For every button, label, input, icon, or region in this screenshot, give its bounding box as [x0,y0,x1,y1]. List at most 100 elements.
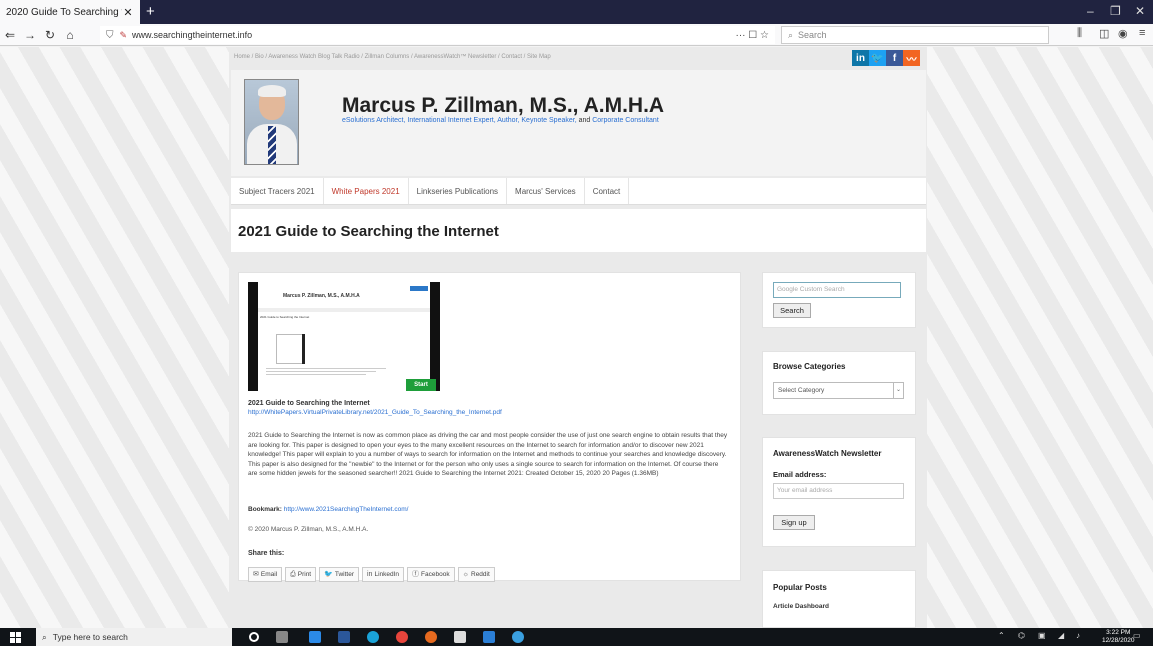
share-reddit-button[interactable]: ☼ Reddit [457,567,495,582]
page-title-box: 2021 Guide to Searching the Internet [231,209,926,252]
volume-icon[interactable]: ♪ [1076,631,1080,640]
search-button[interactable]: Search [773,303,811,318]
facebook-icon[interactable]: f [886,50,903,66]
site-tagline: eSolutions Architect, International Inte… [342,117,659,124]
chevron-down-icon: ⌄ [893,383,903,398]
tab-title: 2020 Guide To Searching the Intern [6,6,122,18]
share-facebook-button[interactable]: ⓕ Facebook [407,567,455,582]
share-twitter-button[interactable]: 🐦 Twitter [319,567,359,582]
share-print-button[interactable]: ⎙ Print [285,567,317,582]
forward-arrow-icon[interactable]: → [20,28,40,42]
signup-button[interactable]: Sign up [773,515,815,530]
file-explorer-icon[interactable] [309,631,321,643]
tab-close-icon[interactable]: ✕ [122,6,134,19]
clock-date: 12/28/2020 [1102,637,1135,644]
window-close-button[interactable]: ✕ [1135,4,1145,18]
page-actions-icon[interactable]: ··· ☐ ☆ [736,30,769,41]
browser-nav-bar: ⇐ → ↻ ⌂ ⛉ ✎ www.searchingtheinternet.inf… [0,24,1153,46]
address-bar[interactable]: ⛉ ✎ www.searchingtheinternet.info ··· ☐ … [100,26,775,44]
meet-icon[interactable]: ▣ [1038,631,1046,640]
popular-posts-widget [762,570,916,628]
menu-item-linkseries[interactable]: Linkseries Publications [409,178,508,204]
reddit-icon: ☼ [462,571,469,578]
bookmark-label: Bookmark: [248,506,282,513]
popular-posts-title: Popular Posts [773,583,827,592]
email-field[interactable]: Your email address [773,483,904,499]
popular-post-item[interactable]: Article Dashboard [773,603,829,610]
post-thumbnail[interactable]: Marcus P. Zillman, M.S., A.M.H.A 2021 Gu… [248,282,440,391]
bookmark-line: Bookmark: http://www.2021SearchingTheInt… [248,506,408,513]
linkedin-icon: in [367,571,373,578]
insecure-lock-icon[interactable]: ✎ [120,30,128,41]
twitter-icon[interactable]: 🐦 [869,50,886,66]
main-menu: Subject Tracers 2021 White Papers 2021 L… [231,178,926,205]
clock[interactable]: 3:22 PM 12/28/2020 [1102,629,1135,645]
newsletter-title: AwarenessWatch Newsletter [773,449,882,458]
menu-item-subject-tracers[interactable]: Subject Tracers 2021 [231,178,324,204]
store-icon[interactable] [454,631,466,643]
email-label: Email address: [773,470,827,479]
reload-icon[interactable]: ↻ [40,28,60,42]
menu-item-white-papers[interactable]: White Papers 2021 [324,178,409,204]
browser-tab[interactable]: 2020 Guide To Searching the Intern ✕ [0,0,140,24]
new-tab-button[interactable]: + [146,3,155,20]
social-icons: in 🐦 f 〰 [852,50,920,66]
edge-icon[interactable] [367,631,379,643]
bookmark-link[interactable]: http://www.2021SearchingTheInternet.com/ [284,506,409,513]
search-icon: ⌕ [788,29,794,40]
rss-icon[interactable]: 〰 [903,50,920,66]
tagline-and: and [576,117,593,124]
back-arrow-icon[interactable]: ⇐ [0,28,20,42]
tagline-roles: eSolutions Architect, International Inte… [342,117,577,124]
share-email-button[interactable]: ✉ Email [248,567,283,582]
menu-icon[interactable]: ≡ [1139,27,1145,39]
share-buttons: ✉ Email ⎙ Print 🐦 Twitter in LinkedIn ⓕ Faceb… [248,567,495,582]
network-icon[interactable]: ⌬ [1018,631,1025,640]
taskbar-search[interactable]: ⌕ Type here to search [36,628,232,646]
firefox-icon[interactable] [425,631,437,643]
url-text: www.searchingtheinternet.info [132,30,253,40]
library-icon[interactable]: ⫼ [1077,27,1082,40]
mail-icon[interactable] [483,631,495,643]
post-body: 2021 Guide to Searching the Internet is … [248,432,728,477]
windows-taskbar: ⌕ Type here to search ⌃ ⌬ ▣ ◢ ♪ 3:22 PM 1… [0,628,1153,646]
browser-tab-bar: 2020 Guide To Searching the Intern ✕ + –… [0,0,1153,24]
account-icon[interactable]: ◉ [1118,27,1128,40]
google-search-input[interactable]: Google Custom Search [773,282,901,298]
tagline-consultant: Corporate Consultant [592,117,659,124]
post-title: 2021 Guide to Searching the Internet [248,400,370,407]
share-label: Share this: [248,550,285,557]
tray-chevron-icon[interactable]: ⌃ [998,631,1005,640]
thumb-start-button: Start [406,379,436,391]
site-name[interactable]: Marcus P. Zillman, M.S., A.M.H.A [342,94,664,118]
task-view-icon[interactable] [276,631,288,643]
browser-icon[interactable] [512,631,524,643]
sidebar-icon[interactable]: ◫ [1099,27,1109,40]
print-icon: ⎙ [290,571,296,578]
shield-icon[interactable]: ⛉ [106,30,114,41]
word-icon[interactable] [338,631,350,643]
categories-title: Browse Categories [773,362,846,371]
thumb-site-name: Marcus P. Zillman, M.S., A.M.H.A [283,293,360,299]
browser-search-input[interactable]: ⌕ Search [781,26,1049,44]
search-placeholder: Search [798,30,827,40]
notifications-icon[interactable]: ▭ [1133,631,1141,640]
minimize-button[interactable]: – [1087,4,1094,18]
post-pdf-link[interactable]: http://WhitePapers.VirtualPrivateLibrary… [248,409,502,416]
share-linkedin-button[interactable]: in LinkedIn [362,567,405,582]
home-icon[interactable]: ⌂ [60,28,80,42]
copyright: © 2020 Marcus P. Zillman, M.S., A.M.H.A. [248,526,369,533]
wifi-icon[interactable]: ◢ [1058,631,1064,640]
windows-start-icon[interactable] [10,632,21,643]
facebook-icon: ⓕ [412,571,420,578]
menu-item-services[interactable]: Marcus' Services [507,178,585,204]
menu-item-contact[interactable]: Contact [585,178,630,204]
cortana-icon[interactable] [249,632,259,642]
top-nav-links[interactable]: Home / Bio / Awareness Watch Blog Talk R… [234,54,551,60]
maximize-button[interactable]: ❐ [1110,4,1121,18]
search-widget [762,272,916,328]
category-select[interactable]: Select Category ⌄ [773,382,904,399]
category-select-value: Select Category [778,387,825,394]
linkedin-icon[interactable]: in [852,50,869,66]
chrome-icon[interactable] [396,631,408,643]
